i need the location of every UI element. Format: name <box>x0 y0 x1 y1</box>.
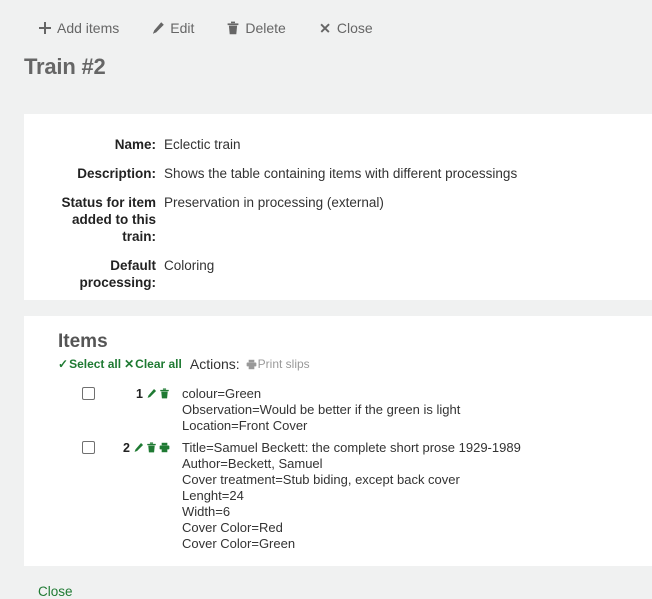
trash-icon[interactable] <box>159 387 170 400</box>
item-checkbox[interactable] <box>82 441 95 454</box>
item-number: 1 <box>136 387 143 401</box>
detail-term: Name: <box>44 136 164 153</box>
edit-button[interactable]: Edit <box>151 20 194 36</box>
item-field: Lenght=24 <box>182 488 632 504</box>
pencil-icon[interactable] <box>146 387 157 400</box>
item-field: Width=6 <box>182 504 632 520</box>
detail-row-default-processing: Default processing: Coloring <box>44 257 632 291</box>
add-items-label: Add items <box>57 20 119 36</box>
detail-value: Eclectic train <box>164 136 632 153</box>
item-number-cell: 2 <box>114 440 170 455</box>
trash-icon <box>226 21 240 35</box>
item-fields: Title=Samuel Beckett: the complete short… <box>170 440 632 552</box>
close-button[interactable]: Close <box>318 20 373 36</box>
pencil-icon[interactable] <box>133 441 144 454</box>
detail-row-status: Status for item added to this train: Pre… <box>44 194 632 245</box>
item-field: Observation=Would be better if the green… <box>182 402 632 418</box>
item-field: Author=Beckett, Samuel <box>182 456 632 472</box>
print-slips-action[interactable]: Print slips <box>246 356 310 372</box>
detail-value: Shows the table containing items with di… <box>164 165 632 182</box>
item-fields: colour=Green Observation=Would be better… <box>170 386 632 434</box>
item-list: 1 colour=Green Observation=Would be be <box>36 386 632 552</box>
detail-term: Default processing: <box>44 257 164 291</box>
detail-term: Status for item added to this train: <box>44 194 164 245</box>
train-detail-panel: Name: Eclectic train Description: Shows … <box>24 114 652 300</box>
page-title: Train #2 <box>0 56 652 78</box>
item-row: 1 colour=Green Observation=Would be be <box>36 386 632 434</box>
item-checkbox-cell <box>36 440 114 454</box>
item-number: 2 <box>123 441 130 455</box>
delete-button[interactable]: Delete <box>226 20 285 36</box>
delete-label: Delete <box>245 20 285 36</box>
item-field: Location=Front Cover <box>182 418 632 434</box>
printer-icon <box>246 359 257 370</box>
detail-row-name: Name: Eclectic train <box>44 136 632 153</box>
detail-value: Coloring <box>164 257 632 274</box>
items-panel: Items ✓ Select all ✕ Clear all Actions: … <box>24 316 652 566</box>
close-icon <box>318 21 332 35</box>
print-slips-label: Print slips <box>258 356 310 372</box>
pencil-icon <box>151 21 165 35</box>
item-field: Cover Color=Red <box>182 520 632 536</box>
item-checkbox-cell <box>36 386 114 400</box>
detail-row-description: Description: Shows the table containing … <box>44 165 632 182</box>
item-field: Cover treatment=Stub biding, except back… <box>182 472 632 488</box>
detail-value: Preservation in processing (external) <box>164 194 632 211</box>
close-label: Close <box>337 20 373 36</box>
detail-list: Name: Eclectic train Description: Shows … <box>44 136 632 291</box>
items-actions-bar: ✓ Select all ✕ Clear all Actions: Print … <box>58 356 632 372</box>
item-field: Cover Color=Green <box>182 536 632 552</box>
select-all-link[interactable]: ✓ Select all <box>58 356 121 372</box>
item-checkbox[interactable] <box>82 387 95 400</box>
clear-all-link[interactable]: ✕ Clear all <box>124 356 182 372</box>
actions-label: Actions: <box>190 356 240 372</box>
items-heading: Items <box>58 330 632 354</box>
edit-label: Edit <box>170 20 194 36</box>
select-all-label: Select all <box>69 356 121 372</box>
item-field: colour=Green <box>182 386 632 402</box>
add-items-button[interactable]: Add items <box>38 20 119 36</box>
cross-icon: ✕ <box>124 356 134 372</box>
item-number-cell: 1 <box>114 386 170 401</box>
check-icon: ✓ <box>58 356 68 372</box>
trash-icon[interactable] <box>146 441 157 454</box>
plus-icon <box>38 21 52 35</box>
detail-term: Description: <box>44 165 164 182</box>
bottom-close-link[interactable]: Close <box>38 584 73 599</box>
item-row: 2 <box>36 440 632 552</box>
toolbar: Add items Edit Delete Close <box>0 0 652 56</box>
clear-all-label: Clear all <box>135 356 182 372</box>
printer-icon[interactable] <box>159 441 170 454</box>
item-field: Title=Samuel Beckett: the complete short… <box>182 440 632 456</box>
